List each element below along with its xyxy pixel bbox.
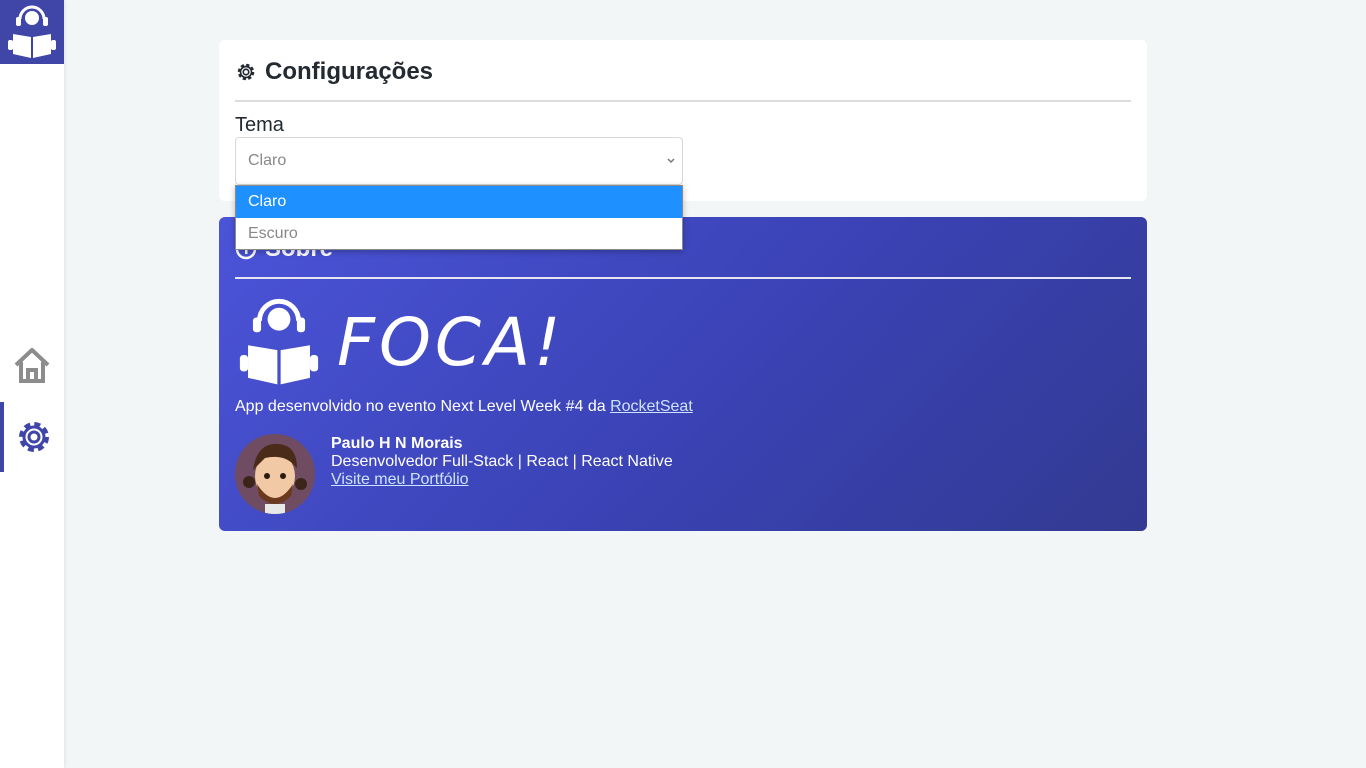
settings-card: Configurações Tema Claro	[219, 40, 1147, 201]
avatar	[235, 434, 315, 514]
sidebar-item-home[interactable]	[0, 330, 64, 400]
theme-label: Tema	[235, 114, 284, 136]
page-title: Configurações	[265, 58, 434, 85]
avatar-illustration	[235, 434, 315, 514]
theme-dropdown: Claro Escuro	[235, 185, 683, 250]
brand-logo: FOCA!	[235, 295, 565, 389]
rocketseat-link[interactable]: RocketSeat	[610, 398, 693, 415]
home-icon	[14, 348, 50, 383]
divider	[235, 277, 1131, 279]
theme-option-claro[interactable]: Claro	[236, 186, 682, 218]
app-logo[interactable]	[0, 0, 64, 64]
portfolio-link[interactable]: Visite meu Portfólio	[331, 471, 469, 488]
settings-header: Configurações	[235, 58, 433, 86]
theme-select-value: Claro	[248, 152, 287, 169]
gear-icon	[19, 422, 49, 452]
divider	[235, 100, 1131, 102]
theme-option-escuro[interactable]: Escuro	[236, 218, 682, 250]
sidebar	[0, 0, 64, 768]
author-role: Desenvolvedor Full-Stack | React | React…	[331, 453, 673, 470]
book-reader-icon	[239, 298, 319, 385]
about-description-text: App desenvolvido no evento Next Level We…	[235, 398, 611, 415]
sidebar-item-settings[interactable]	[0, 402, 64, 472]
about-card: Sobre FOCA! App desenvolvido no evento N…	[219, 217, 1147, 531]
author-section: Paulo H N Morais Desenvolvedor Full-Stac…	[235, 434, 673, 514]
gear-icon	[237, 63, 255, 81]
brand-name: FOCA!	[337, 303, 565, 381]
chevron-down-icon	[667, 158, 675, 164]
theme-select[interactable]: Claro	[235, 137, 683, 185]
author-name: Paulo H N Morais	[331, 435, 463, 452]
about-description: App desenvolvido no evento Next Level We…	[235, 398, 693, 416]
author-info: Paulo H N Morais Desenvolvedor Full-Stac…	[331, 434, 673, 514]
book-reader-icon	[8, 5, 56, 58]
